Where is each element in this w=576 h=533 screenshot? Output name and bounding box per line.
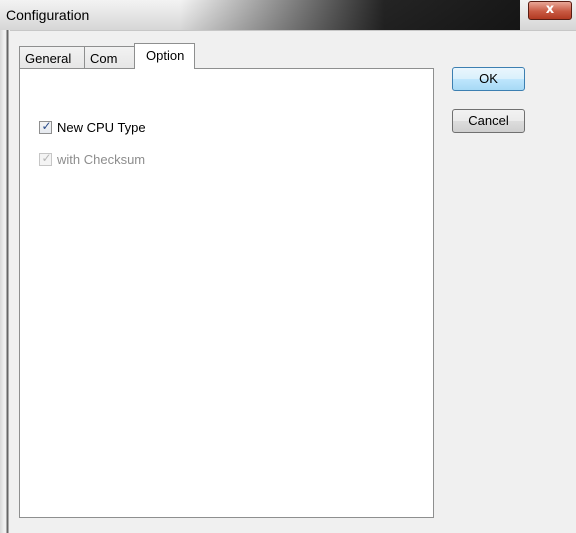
tab-com[interactable]: Com [84,46,135,68]
close-icon: x [545,2,555,17]
ok-button-label: OK [479,71,498,86]
tab-option[interactable]: Option [134,43,195,69]
window-title: Configuration [6,7,90,23]
option-tab-panel: ✓ New CPU Type ✓ with Checksum [19,68,434,518]
cancel-button-label: Cancel [468,113,509,128]
with-checksum-option: ✓ with Checksum [39,151,146,167]
title-bar: Configuration x [0,0,576,31]
cancel-button[interactable]: Cancel [452,109,525,133]
title-bar-gradient [180,0,520,30]
new-cpu-type-checkbox[interactable]: ✓ [39,119,52,134]
new-cpu-type-label: New CPU Type [57,120,146,135]
with-checksum-checkbox: ✓ [39,151,52,166]
ok-button[interactable]: OK [452,67,525,91]
checkmark-icon: ✓ [41,119,52,133]
new-cpu-type-option[interactable]: ✓ New CPU Type [39,119,146,135]
checkmark-icon: ✓ [41,151,52,165]
tab-general[interactable]: General [19,46,85,68]
window-left-border [0,30,10,533]
with-checksum-label: with Checksum [57,152,146,167]
close-button[interactable]: x [528,1,572,20]
tab-com-label: Com [90,51,118,66]
tab-general-label: General [25,51,72,66]
tab-option-label: Option [146,48,185,63]
